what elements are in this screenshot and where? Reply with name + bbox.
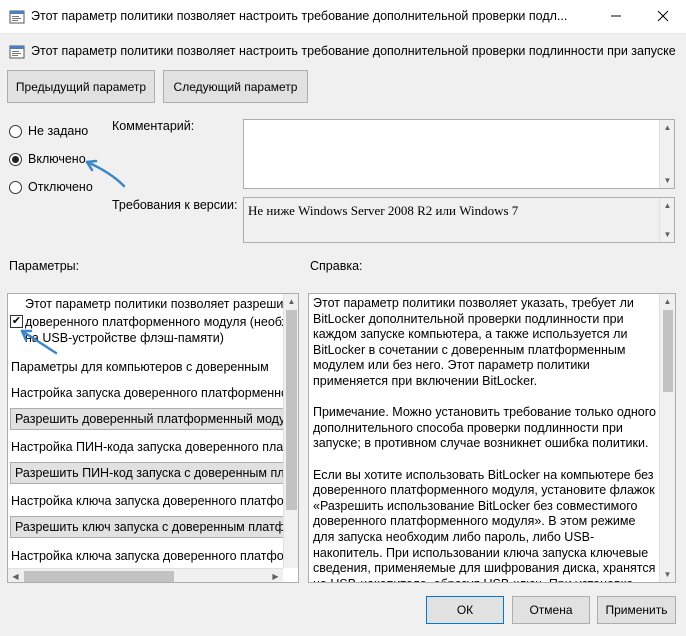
tpm-pin-select[interactable]: Разрешить ПИН-код запуска с доверенным п…	[10, 462, 283, 484]
ok-button[interactable]: ОК	[426, 596, 504, 624]
scrollbar-thumb[interactable]	[663, 310, 673, 392]
scroll-up-icon[interactable]: ▲	[284, 294, 298, 309]
close-icon[interactable]	[640, 0, 686, 32]
scrollbar-thumb[interactable]	[24, 571, 174, 582]
option-label: Настройка ключа запуска доверенного плат…	[11, 494, 283, 508]
scroll-down-icon[interactable]: ▼	[660, 227, 675, 242]
radio-button[interactable]	[9, 180, 22, 194]
option-text: на USB-устройстве флэш-памяти)	[25, 331, 224, 345]
minimize-icon[interactable]	[593, 0, 639, 32]
policy-settings-icon	[9, 9, 25, 25]
radio-label: Отключено	[28, 180, 93, 194]
help-scrollbar[interactable]: ▲ ▼	[659, 294, 675, 582]
option-label: Настройка запуска доверенного платформен…	[11, 386, 283, 400]
scroll-right-icon[interactable]: ▶	[268, 569, 283, 582]
help-label: Справка:	[310, 259, 363, 273]
next-setting-button[interactable]: Следующий параметр	[163, 70, 308, 103]
options-panel: Этот параметр политики позволяет разреши…	[7, 293, 299, 583]
comment-scrollbar[interactable]: ▲ ▼	[659, 120, 674, 188]
radio-label: Включено	[28, 152, 86, 166]
options-content: Этот параметр политики позволяет разреши…	[8, 294, 283, 568]
comment-label: Комментарий:	[112, 119, 195, 133]
help-paragraph: Этот параметр политики позволяет указать…	[313, 296, 634, 388]
help-text: Этот параметр политики позволяет указать…	[313, 296, 658, 582]
scroll-down-icon[interactable]: ▼	[660, 173, 675, 188]
allow-without-tpm-checkbox[interactable]: ✔	[10, 315, 23, 328]
cancel-button[interactable]: Отмена	[512, 596, 590, 624]
option-text: Этот параметр политики позволяет разреши…	[25, 297, 283, 311]
radio-not-configured[interactable]: Не задано	[9, 124, 88, 138]
options-label: Параметры:	[9, 259, 80, 273]
tpm-startup-select[interactable]: Разрешить доверенный платформенный модул…	[10, 408, 283, 430]
option-label: Настройка ПИН-кода запуска доверенного п…	[11, 440, 283, 454]
apply-button[interactable]: Применить	[597, 596, 676, 624]
scroll-left-icon[interactable]: ◀	[8, 569, 23, 582]
radio-disabled[interactable]: Отключено	[9, 180, 93, 194]
policy-settings-icon	[9, 44, 25, 60]
version-requirements-label: Требования к версии:	[112, 198, 238, 212]
help-paragraph: Если вы хотите использовать BitLocker на…	[313, 467, 656, 582]
options-horizontal-scrollbar[interactable]: ◀ ▶	[8, 568, 283, 582]
window-title: Этот параметр политики позволяет настрои…	[31, 9, 568, 23]
tpm-key-select[interactable]: Разрешить ключ запуска с доверенным плат…	[10, 516, 283, 538]
scrollbar-thumb[interactable]	[286, 310, 297, 510]
radio-label: Не задано	[28, 124, 89, 138]
comment-textarea[interactable]	[243, 119, 675, 189]
radio-enabled[interactable]: Включено	[9, 152, 86, 166]
radio-button[interactable]	[9, 124, 22, 138]
previous-setting-button[interactable]: Предыдущий параметр	[7, 70, 155, 103]
version-requirements-field: Не ниже Windows Server 2008 R2 или Windo…	[243, 197, 675, 243]
help-paragraph: Примечание. Можно установить требование …	[313, 405, 656, 451]
scroll-up-icon[interactable]: ▲	[660, 198, 675, 213]
scroll-up-icon[interactable]: ▲	[660, 120, 675, 135]
options-vertical-scrollbar[interactable]: ▲	[283, 294, 298, 568]
radio-button[interactable]	[9, 152, 22, 166]
policy-title: Этот параметр политики позволяет настрои…	[31, 44, 676, 58]
option-text: доверенного платформенного модуля (необх…	[25, 315, 283, 329]
help-panel: Этот параметр политики позволяет указать…	[308, 293, 676, 583]
option-label: Настройка ключа запуска доверенного плат…	[11, 549, 283, 563]
version-scrollbar[interactable]: ▲ ▼	[659, 198, 674, 242]
scroll-down-icon[interactable]: ▼	[660, 567, 675, 582]
option-heading: Параметры для компьютеров с доверенным	[11, 360, 269, 374]
scroll-up-icon[interactable]: ▲	[660, 294, 675, 309]
